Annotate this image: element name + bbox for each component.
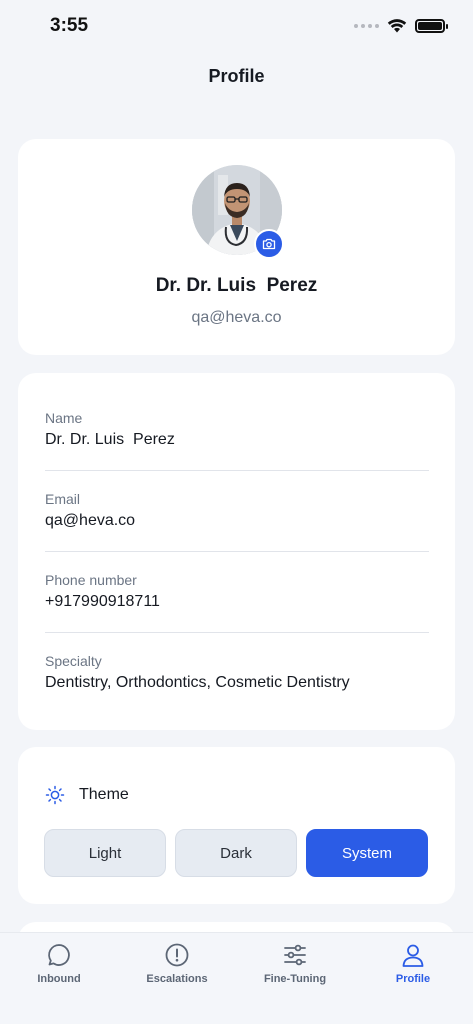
wifi-icon (387, 19, 407, 33)
tab-inbound[interactable]: Inbound (4, 941, 114, 997)
tab-label: Escalations (146, 973, 208, 985)
name-value: Dr. Dr. Luis Perez (45, 431, 175, 448)
theme-option-dark[interactable]: Dark (175, 829, 297, 877)
tab-escalations[interactable]: Escalations (122, 941, 232, 997)
theme-option-system[interactable]: System (306, 829, 428, 877)
battery-icon (415, 18, 448, 33)
profile-email: qa@heva.co (191, 309, 282, 326)
tab-fine-tuning[interactable]: Fine-Tuning (240, 941, 350, 997)
specialty-value: Dentistry, Orthodontics, Cosmetic Dentis… (45, 674, 350, 691)
tab-label: Profile (395, 973, 431, 985)
divider (45, 551, 429, 552)
email-value: qa@heva.co (45, 512, 136, 529)
name-field[interactable]: Name Dr. Dr. Luis Perez (45, 410, 429, 449)
tab-profile[interactable]: Profile (358, 941, 468, 997)
tab-label: Fine-Tuning (263, 973, 327, 985)
profile-details-card: Name Dr. Dr. Luis Perez Email qa@heva.co… (18, 373, 455, 730)
email-field[interactable]: Email qa@heva.co (45, 491, 429, 530)
theme-label: Theme (79, 786, 129, 803)
status-icons (354, 18, 448, 33)
name-label: Name (45, 410, 83, 426)
phone-label: Phone number (45, 572, 137, 588)
bottom-tab-bar: Inbound Escalations Fine-Tuning Profile (0, 932, 473, 1024)
status-time: 3:55 (50, 15, 89, 36)
theme-header: Theme (45, 785, 129, 805)
phone-value: +917990918711 (45, 593, 160, 610)
page-title: Profile (208, 66, 265, 86)
chat-bubble-icon (45, 941, 73, 969)
profile-name: Dr. Dr. Luis Perez (155, 275, 318, 296)
cellular-signal-icon (354, 23, 379, 28)
theme-card: Theme Light Dark System (18, 747, 455, 904)
theme-option-light[interactable]: Light (44, 829, 166, 877)
user-icon (399, 941, 427, 969)
camera-icon (262, 238, 276, 250)
divider (45, 632, 429, 633)
change-photo-button[interactable] (254, 229, 284, 259)
avatar-container[interactable] (192, 165, 284, 259)
status-bar: 3:55 (0, 0, 473, 56)
specialty-label: Specialty (45, 653, 102, 669)
phone-field[interactable]: Phone number +917990918711 (45, 572, 429, 611)
alert-circle-icon (163, 941, 191, 969)
sliders-icon (281, 941, 309, 969)
profile-summary-card: Dr. Dr. Luis Perez qa@heva.co (18, 139, 455, 355)
email-label: Email (45, 491, 81, 507)
specialty-field[interactable]: Specialty Dentistry, Orthodontics, Cosme… (45, 653, 429, 692)
tab-label: Inbound (37, 973, 81, 985)
sun-icon (45, 785, 65, 805)
divider (45, 470, 429, 471)
